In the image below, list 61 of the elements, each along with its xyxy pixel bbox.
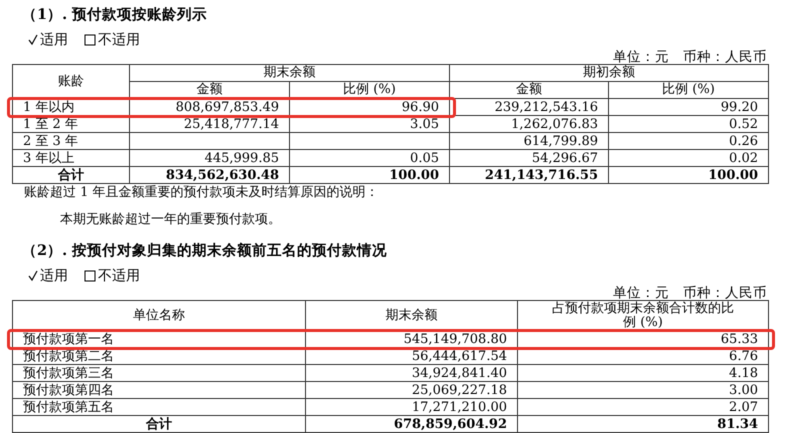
table-cell: 1 年以内: [13, 99, 130, 116]
table-cell: 678,859,604.92: [306, 416, 518, 433]
table-cell: 预付款项第三名: [13, 365, 306, 382]
column-header: 金额: [450, 82, 609, 99]
table-cell: 239,212,543.16: [450, 99, 609, 116]
table-cell: 99.20: [609, 99, 769, 116]
table-cell: 3.00: [518, 382, 769, 399]
option-label: 适用: [40, 266, 68, 286]
column-header: 占预付款项期末余额合计数的比例 (%): [518, 301, 769, 331]
table-cell: 100.00: [290, 167, 450, 184]
table-cell: 1 至 2 年: [13, 116, 130, 133]
table-cell: 17,271,210.00: [306, 399, 518, 416]
table-cell: 65.33: [518, 331, 769, 348]
table-cell: 0.05: [290, 150, 450, 167]
table-cell: 34,924,841.40: [306, 365, 518, 382]
table-cell: 25,069,227.18: [306, 382, 518, 399]
table-cell: 预付款项第五名: [13, 399, 306, 416]
table-cell: 3 年以上: [13, 150, 130, 167]
table-cell: 56,444,617.54: [306, 348, 518, 365]
table-cell: 4.18: [518, 365, 769, 382]
table-cell: 2 至 3 年: [13, 133, 130, 150]
table-cell: 545,149,708.80: [306, 331, 518, 348]
table-cell: 241,143,716.55: [450, 167, 609, 184]
column-group-header: 期末余额: [130, 65, 450, 82]
section-title: （1）. 预付款项按账龄列示: [21, 5, 208, 25]
table-cell: 2.07: [518, 399, 769, 416]
column-header: 金额: [130, 82, 290, 99]
table-cell: 预付款项第一名: [13, 331, 306, 348]
column-header: 期末余额: [306, 301, 518, 331]
note-text: 账龄超过 1 年且金额重要的预付款项未及时结算原因的说明：: [23, 184, 380, 202]
table-cell: 445,999.85: [130, 150, 290, 167]
table-cell: 6.76: [518, 348, 769, 365]
table-cell: 96.90: [290, 99, 450, 116]
table-cell: 预付款项第四名: [13, 382, 306, 399]
option-label: 不适用: [98, 30, 140, 50]
table-cell: 0.02: [609, 150, 769, 167]
column-header: 单位名称: [13, 301, 306, 331]
section-title: （2）. 按预付对象归集的期末余额前五名的预付款情况: [21, 241, 388, 261]
table-cell: 100.00: [609, 167, 769, 184]
table-cell: 614,799.89: [450, 133, 609, 150]
table-cell: 0.52: [609, 116, 769, 133]
table-cell: 预付款项第二名: [13, 348, 306, 365]
column-header: 账龄: [13, 65, 130, 99]
column-header: 比例 (%): [290, 82, 450, 99]
table-cell: 834,562,630.48: [130, 167, 290, 184]
table-cell: 0.26: [609, 133, 769, 150]
option-label: 不适用: [98, 266, 140, 286]
table-cell: 合计: [13, 416, 306, 433]
table-cell: 合计: [13, 167, 130, 184]
unit-label: 单位：元 币种：人民币: [613, 286, 767, 300]
table-cell: 1,262,076.83: [450, 116, 609, 133]
table-cell: 25,418,777.14: [130, 116, 290, 133]
table-cell: 54,296.67: [450, 150, 609, 167]
table-cell: 3.05: [290, 116, 450, 133]
table-cell: 81.34: [518, 416, 769, 433]
unit-label: 单位：元 币种：人民币: [613, 50, 767, 64]
option-label: 适用: [40, 30, 68, 50]
table-cell: 808,697,853.49: [130, 99, 290, 116]
column-group-header: 期初余额: [450, 65, 769, 82]
column-header: 比例 (%): [609, 82, 769, 99]
note-text: 本期无账龄超过一年的重要预付款项。: [59, 211, 282, 229]
